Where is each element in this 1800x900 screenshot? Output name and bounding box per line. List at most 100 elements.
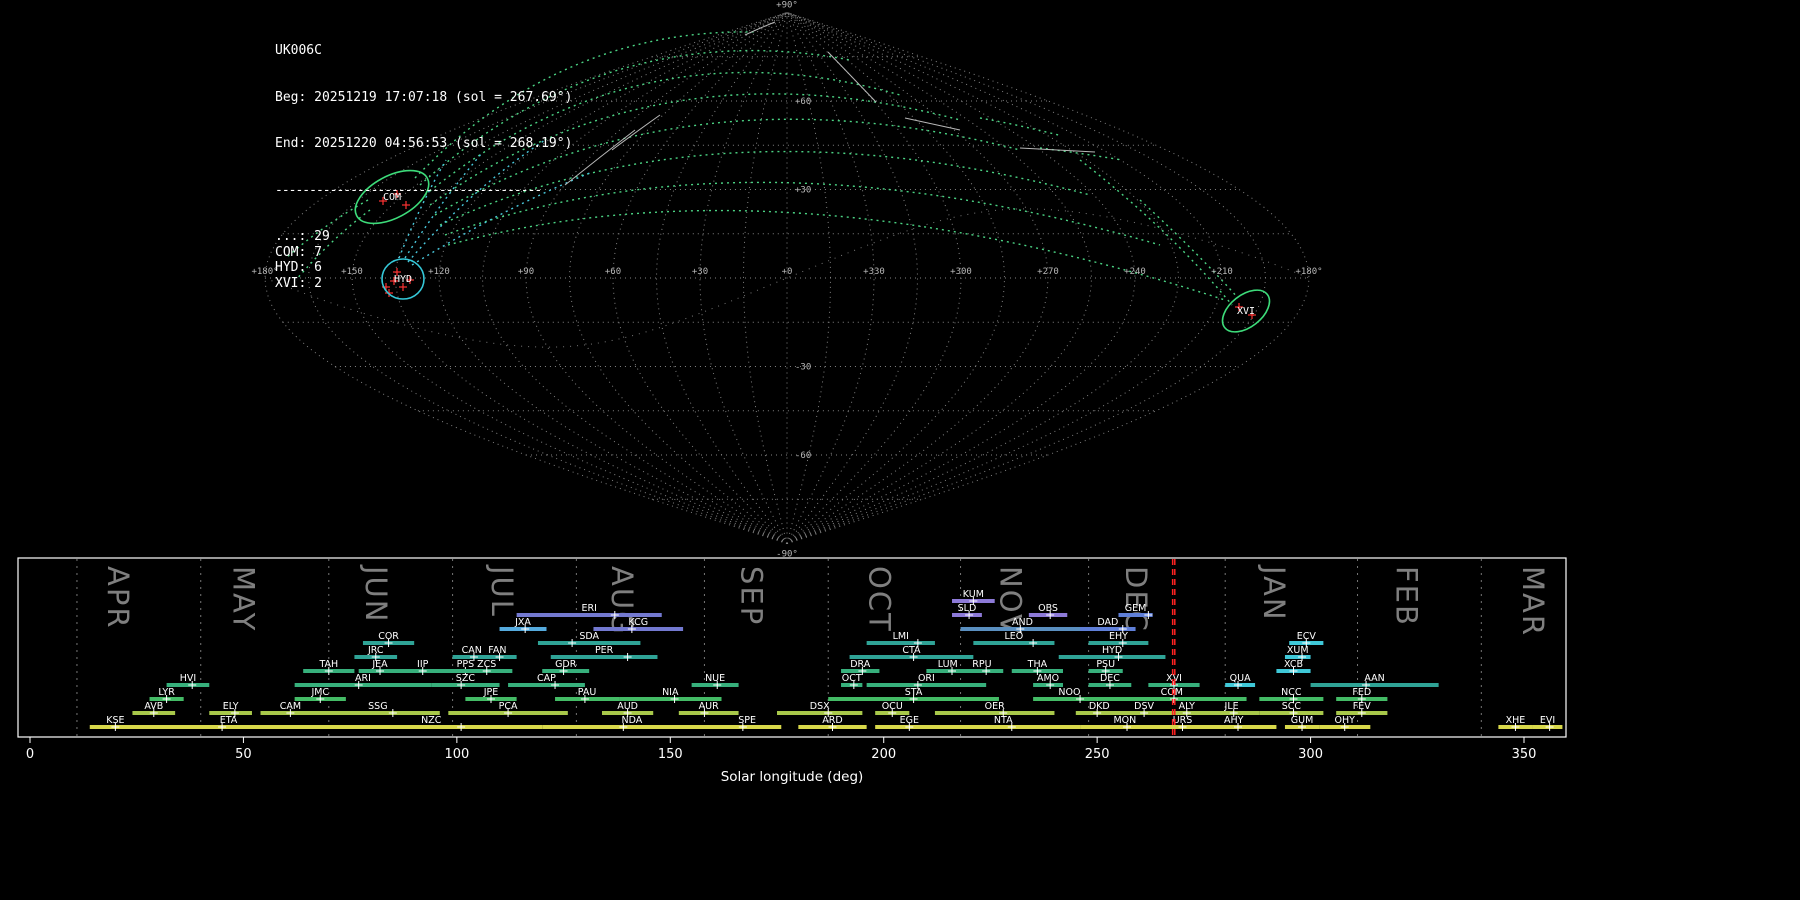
shower-label-OCU: OCU <box>882 701 903 712</box>
shower-label-LUM: LUM <box>938 659 958 670</box>
shower-label-NUE: NUE <box>705 673 725 684</box>
shower-label-AMO: AMO <box>1037 673 1059 684</box>
shower-label-AHY: AHY <box>1224 715 1244 726</box>
shower-label-DSV: DSV <box>1134 701 1154 712</box>
shower-label-ARD: ARD <box>822 715 842 726</box>
shower-label-OCT: OCT <box>842 673 862 684</box>
month-label-JAN: JAN <box>1257 564 1291 622</box>
shower-label-EHY: EHY <box>1109 631 1128 642</box>
shower-label-ZCS: ZCS <box>477 659 496 670</box>
observation-info: UK006C Beg: 20251219 17:07:18 (sol = 267… <box>275 12 572 307</box>
shower-label-FED: FED <box>1352 687 1371 698</box>
shower-label-URS: URS <box>1173 715 1193 726</box>
meteor-trail <box>1019 147 1096 153</box>
x-tick-label: 200 <box>871 747 896 762</box>
shower-label-AUR: AUR <box>699 701 719 712</box>
grid-meridian <box>568 12 788 544</box>
x-tick-label: 300 <box>1298 747 1323 762</box>
shower-label-DAD: DAD <box>1097 617 1118 628</box>
month-label-SEP: SEP <box>735 566 769 626</box>
month-label-JUN: JUN <box>359 564 393 623</box>
x-axis: 0 50 100 150 200 250 300 350 Solar longitude (de… <box>26 737 1537 785</box>
shower-label-GEM: GEM <box>1125 603 1147 614</box>
month-label-MAY: MAY <box>227 566 261 632</box>
shower-label-LEO: LEO <box>1005 631 1024 642</box>
grid-meridian <box>786 12 832 544</box>
shower-label-HVI: HVI <box>180 673 196 684</box>
shower-label-CTA: CTA <box>902 645 921 656</box>
meteor-radiant-and-activity-plot: COMHYDXVI+180° +150 +120 +90 +60 +30 +0 +330 +30… <box>17 1 1567 785</box>
lon-label: +240 <box>1124 267 1146 277</box>
lon-label: +0 <box>782 267 793 277</box>
pole-label-north: +90° <box>776 1 798 11</box>
shower-label-ECV: ECV <box>1297 631 1317 642</box>
current-sol-marker <box>1171 559 1176 736</box>
month-label-MAR: MAR <box>1516 566 1550 637</box>
shower-label-NCC: NCC <box>1281 687 1302 698</box>
shower-label-AND: AND <box>1012 617 1033 628</box>
shower-label-OHY: OHY <box>1335 715 1356 726</box>
shower-label-XVI: XVI <box>1166 673 1182 684</box>
shower-label-JRC: JRC <box>367 645 384 656</box>
shower-ellipse-label-XVI: XVI <box>1237 306 1255 317</box>
month-label-APR: APR <box>101 566 135 629</box>
shower-label-QUA: QUA <box>1230 673 1251 684</box>
shower-label-ORI: ORI <box>918 673 935 684</box>
shower-counts: ...: 29 COM: 7 HYD: 6 XVI: 2 <box>275 229 572 291</box>
shower-label-JEA: JEA <box>371 659 388 670</box>
shower-label-AAN: AAN <box>1364 673 1384 684</box>
shower-label-JMC: JMC <box>310 687 329 698</box>
shower-label-IIP: IIP <box>417 659 429 670</box>
meteor-trail <box>979 117 1063 137</box>
shower-label-AUD: AUD <box>617 701 638 712</box>
lat-label: +60 <box>795 97 811 107</box>
grid-meridian <box>655 12 788 544</box>
month-label-JUL: JUL <box>485 564 519 618</box>
shower-label-KUM: KUM <box>963 589 984 600</box>
grid-meridian <box>786 12 962 544</box>
shower-label-GDR: GDR <box>555 659 577 670</box>
grid-meridian <box>786 12 1267 544</box>
shower-label-PAU: PAU <box>578 687 597 698</box>
meteor-trail <box>564 129 636 186</box>
end-time: End: 20251220 04:56:53 (sol = 268.19°) <box>275 136 573 151</box>
shower-label-EGE: EGE <box>900 715 919 726</box>
shower-label-JLE: JLE <box>1224 701 1239 712</box>
shower-label-HYD: HYD <box>1102 645 1122 656</box>
shower-label-KCG: KCG <box>628 617 648 628</box>
count-XVI: XVI: 2 <box>275 275 322 291</box>
meteor-trail <box>1139 199 1239 299</box>
shower-label-PCA: PCA <box>499 701 518 712</box>
lon-label: +180° <box>1295 267 1322 277</box>
lon-label: +30 <box>692 267 708 277</box>
count-sporadic: ...: 29 <box>275 229 330 244</box>
month-label-DEC: DEC <box>1119 566 1153 633</box>
shower-label-DEC: DEC <box>1100 673 1120 684</box>
count-COM: COM: 7 <box>275 244 322 260</box>
meteor-trail <box>1079 159 1233 306</box>
x-tick-label: 50 <box>235 747 252 762</box>
shower-label-SLD: SLD <box>958 603 977 614</box>
shower-label-PSU: PSU <box>1096 659 1115 670</box>
lat-label: +30 <box>795 186 811 196</box>
shower-label-XCB: XCB <box>1284 659 1303 670</box>
lon-label: +210 <box>1211 267 1233 277</box>
shower-label-SZC: SZC <box>456 673 476 684</box>
lat-label: -60 <box>795 451 811 461</box>
shower-label-THA: THA <box>1027 659 1048 670</box>
x-tick-label: 350 <box>1512 747 1537 762</box>
shower-label-TAH: TAH <box>318 659 338 670</box>
lon-label: +60 <box>605 267 621 277</box>
shower-label-EVI: EVI <box>1540 715 1555 726</box>
x-tick-label: 0 <box>26 747 34 762</box>
shower-label-RPU: RPU <box>972 659 991 670</box>
shower-label-OBS: OBS <box>1038 603 1058 614</box>
shower-label-XHE: XHE <box>1506 715 1526 726</box>
grid-meridian <box>786 12 1223 544</box>
shower-label-KSE: KSE <box>106 715 124 726</box>
shower-label-CAP: CAP <box>537 673 556 684</box>
shower-label-ERI: ERI <box>581 603 596 614</box>
lat-label: -30 <box>795 363 811 373</box>
count-HYD: HYD: 6 <box>275 260 322 275</box>
shower-label-XUM: XUM <box>1287 645 1309 656</box>
